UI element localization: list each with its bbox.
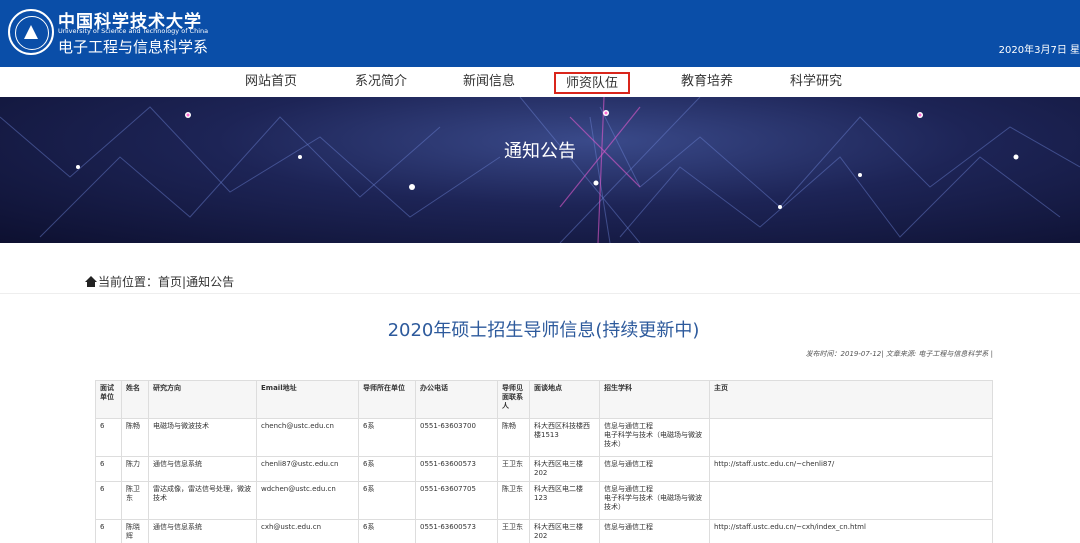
breadcrumb: 当前位置： 首页 | 通知公告: [85, 273, 234, 290]
department-name: 电子工程与信息科学系: [58, 38, 209, 56]
table-cell: 6: [95, 456, 122, 482]
column-header: 办公电话: [415, 380, 498, 419]
email-cell[interactable]: cxh@ustc.edu.cn: [256, 519, 359, 543]
table-row: 6 陈畅 电磁场与微波技术 chench@ustc.edu.cn 6系 0551…: [95, 418, 993, 457]
table-cell: 陈畅: [497, 418, 530, 457]
divider: [0, 293, 1080, 294]
university-name-en: University of Science and Technology of …: [58, 27, 209, 35]
breadcrumb-current-link[interactable]: 通知公告: [186, 273, 234, 290]
table-cell: 科大西区电三楼202: [529, 456, 600, 482]
breadcrumb-prefix: 当前位置：: [98, 275, 159, 289]
email-cell[interactable]: chenli87@ustc.edu.cn: [256, 456, 359, 482]
table-cell: 0551-63600573: [415, 519, 498, 543]
table-header-row: 面试单位 姓名 研究方向 Email地址 导师所在单位 办公电话 导师见面联系人…: [95, 380, 993, 419]
table-cell: 陈卫东: [497, 481, 530, 520]
table-cell: 雷达成像，雷达信号处理，微波技术: [148, 481, 257, 520]
home-icon: [85, 276, 97, 287]
table-cell: 6系: [358, 481, 416, 520]
nav-news[interactable]: 新闻信息: [458, 72, 520, 94]
column-header: Email地址: [256, 380, 359, 419]
table-cell: 6系: [358, 519, 416, 543]
table-row: 6 陈卫东 雷达成像，雷达信号处理，微波技术 wdchen@ustc.edu.c…: [95, 481, 993, 520]
table-cell: 信息与通信工程 电子科学与技术（电磁场与微波技术）: [599, 418, 710, 457]
table-cell: 6系: [358, 456, 416, 482]
table-cell: 陈卫东: [121, 481, 149, 520]
table-cell: 0551-63600573: [415, 456, 498, 482]
table-cell: 6系: [358, 418, 416, 457]
table-cell: 陈力: [121, 456, 149, 482]
table-cell: 信息与通信工程 电子科学与技术（电磁场与微波技术）: [599, 481, 710, 520]
table-cell: 科大西区电二楼123: [529, 481, 600, 520]
column-header: 招生学科: [599, 380, 710, 419]
university-logo[interactable]: [8, 9, 54, 55]
column-header: 导师见面联系人: [497, 380, 530, 419]
homepage-cell[interactable]: http://staff.ustc.edu.cn/~chenli87/: [709, 456, 993, 482]
banner-title: 通知公告: [504, 141, 576, 162]
table-cell: 陈畅: [121, 418, 149, 457]
table-cell: 6: [95, 481, 122, 520]
column-header: 面试单位: [95, 380, 122, 419]
table-cell: 6: [95, 418, 122, 457]
nav-research[interactable]: 科学研究: [785, 72, 847, 94]
current-date: 2020年3月7日 星: [998, 45, 1080, 56]
breadcrumb-home-link[interactable]: 首页: [158, 273, 182, 290]
homepage-cell[interactable]: [709, 481, 993, 520]
column-header: 导师所在单位: [358, 380, 416, 419]
site-header: 中国科学技术大学 University of Science and Techn…: [0, 0, 1080, 67]
table-row: 6 陈晓辉 通信与信息系统 cxh@ustc.edu.cn 6系 0551-63…: [95, 519, 993, 543]
nav-education[interactable]: 教育培养: [676, 72, 738, 94]
table-cell: 0551-63607705: [415, 481, 498, 520]
nav-home[interactable]: 网站首页: [240, 72, 302, 94]
table-cell: 信息与通信工程: [599, 456, 710, 482]
email-cell[interactable]: wdchen@ustc.edu.cn: [256, 481, 359, 520]
table-cell: 陈晓辉: [121, 519, 149, 543]
article-meta: 发布时间：2019-07-12| 文章来源: 电子工程与信息科学系 |: [805, 350, 993, 358]
table-cell: 王卫东: [497, 456, 530, 482]
tutor-table: 面试单位 姓名 研究方向 Email地址 导师所在单位 办公电话 导师见面联系人…: [95, 380, 993, 543]
table-cell: 0551-63603700: [415, 418, 498, 457]
column-header: 姓名: [121, 380, 149, 419]
nav-about[interactable]: 系况简介: [350, 72, 412, 94]
table-row: 6 陈力 通信与信息系统 chenli87@ustc.edu.cn 6系 055…: [95, 456, 993, 482]
column-header: 面谈地点: [529, 380, 600, 419]
table-cell: 通信与信息系统: [148, 519, 257, 543]
table-cell: 6: [95, 519, 122, 543]
table-cell: 电磁场与微波技术: [148, 418, 257, 457]
column-header: 主页: [709, 380, 993, 419]
table-cell: 通信与信息系统: [148, 456, 257, 482]
network-graphic: [0, 97, 1080, 243]
homepage-cell[interactable]: http://staff.ustc.edu.cn/~cxh/index_cn.h…: [709, 519, 993, 543]
table-cell: 王卫东: [497, 519, 530, 543]
email-cell[interactable]: chench@ustc.edu.cn: [256, 418, 359, 457]
table-cell: 科大西区电三楼202: [529, 519, 600, 543]
table-cell: 信息与通信工程: [599, 519, 710, 543]
table-cell: 科大西区科技楼西楼1513: [529, 418, 600, 457]
homepage-cell[interactable]: [709, 418, 993, 457]
article-title: 2020年硕士招生导师信息(持续更新中): [387, 320, 700, 341]
column-header: 研究方向: [148, 380, 257, 419]
main-nav: 网站首页 系况简介 新闻信息 师资队伍 教育培养 科学研究: [0, 67, 1080, 97]
banner-image: 通知公告: [0, 97, 1080, 243]
nav-faculty[interactable]: 师资队伍: [554, 72, 630, 94]
